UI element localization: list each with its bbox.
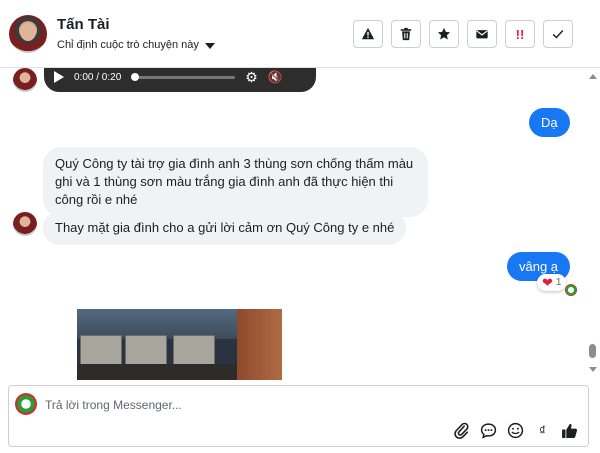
volume-muted-icon[interactable]: 🔇 (268, 70, 283, 84)
audio-progress-slider[interactable] (131, 72, 236, 81)
done-button[interactable] (543, 20, 573, 48)
star-button[interactable] (429, 20, 459, 48)
audio-player: 0:00 / 0:20 ⚙ 🔇 (44, 68, 316, 92)
scrollbar[interactable] (588, 72, 597, 378)
reaction-badge[interactable]: ❤ 1 (537, 274, 567, 291)
image-attachment[interactable] (77, 309, 282, 380)
composer-tools: ₫ (453, 422, 578, 439)
gear-icon[interactable]: ⚙ (245, 69, 258, 86)
thread-actions: !! (353, 20, 573, 48)
trash-icon (400, 27, 412, 41)
play-icon[interactable] (54, 71, 64, 83)
mark-unread-button[interactable] (467, 20, 497, 48)
heart-icon: ❤ (542, 275, 553, 290)
messenger-inbox-thread: Tấn Tài Chỉ định cuộc trò chuyện này !! (0, 0, 600, 453)
contact-name[interactable]: Tấn Tài (57, 16, 110, 33)
delete-button[interactable] (391, 20, 421, 48)
scrollbar-thumb[interactable] (589, 344, 596, 358)
follow-up-button[interactable]: !! (505, 20, 535, 48)
slider-knob[interactable] (131, 72, 140, 81)
emoji-icon[interactable] (507, 422, 524, 439)
attachment-icon[interactable] (453, 422, 470, 439)
thumbs-up-icon[interactable] (561, 422, 578, 439)
scroll-down-icon[interactable] (589, 367, 597, 372)
sender-avatar (13, 68, 37, 92)
assign-conversation-dropdown[interactable]: Chỉ định cuộc trò chuyện này (57, 39, 215, 51)
spam-warning-button[interactable] (353, 20, 383, 48)
seen-receipt-avatar (565, 284, 577, 296)
audio-time: 0:00 / 0:20 (74, 71, 122, 83)
assign-label: Chỉ định cuộc trò chuyện này (57, 39, 199, 51)
chevron-down-icon (204, 42, 215, 49)
message-list[interactable]: 0:00 / 0:20 ⚙ 🔇 Dạ Quý Công ty tài trợ g… (0, 68, 600, 380)
message-bubble-incoming[interactable]: Thay mặt gia đình cho a gửi lời cảm ơn Q… (43, 211, 407, 245)
message-bubble-incoming[interactable]: Quý Công ty tài trợ gia đình anh 3 thùng… (43, 147, 428, 217)
double-exclamation-icon: !! (515, 26, 525, 42)
scroll-up-icon[interactable] (589, 74, 597, 79)
chat-bubble-icon[interactable] (480, 422, 497, 439)
envelope-icon (476, 30, 488, 39)
page-avatar (15, 393, 37, 415)
message-bubble-outgoing[interactable]: Dạ (529, 108, 570, 137)
contact-avatar[interactable] (9, 15, 47, 53)
currency-icon[interactable]: ₫ (534, 422, 551, 439)
sender-avatar (13, 212, 37, 236)
warning-triangle-icon (361, 27, 375, 40)
checkmark-icon (552, 30, 564, 39)
star-icon (437, 27, 451, 40)
reply-input[interactable]: Trả lời trong Messenger... (45, 398, 182, 412)
reply-composer: Trả lời trong Messenger... ₫ (8, 385, 589, 447)
reaction-count: 1 (555, 277, 562, 288)
thread-header: Tấn Tài Chỉ định cuộc trò chuyện này !! (0, 0, 600, 68)
